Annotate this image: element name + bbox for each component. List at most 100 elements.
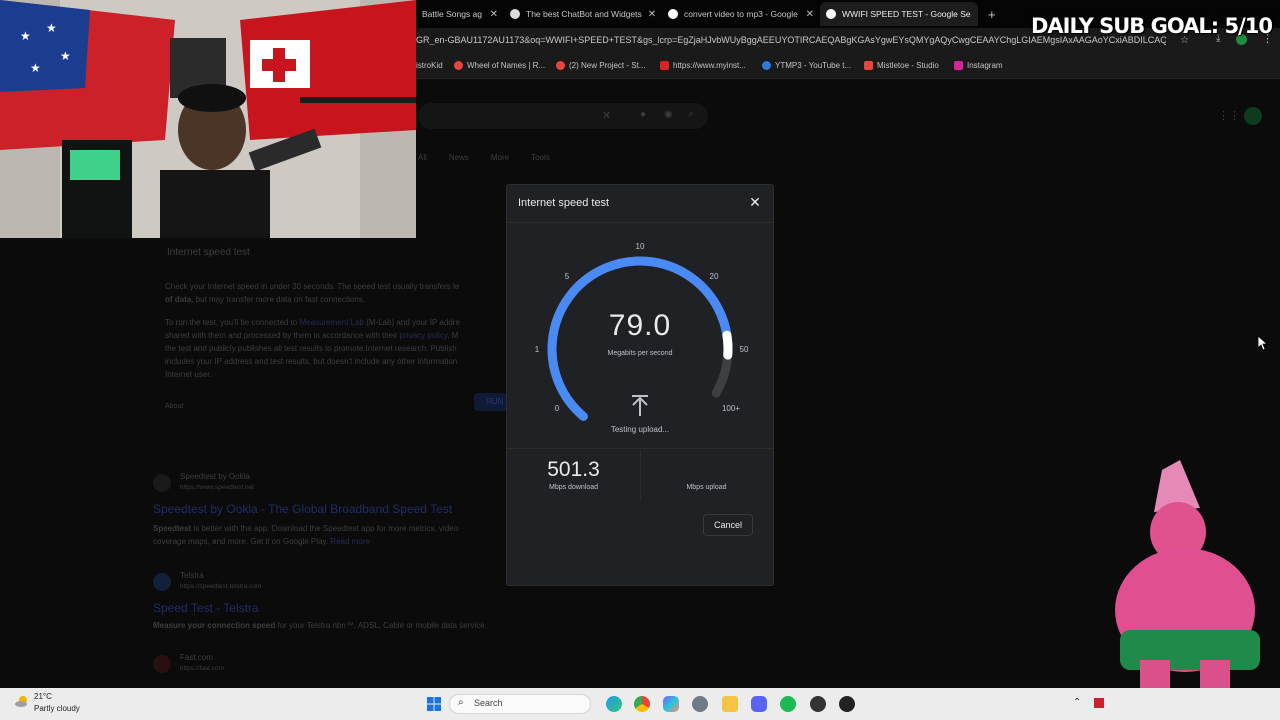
result-favicon: [153, 655, 171, 673]
close-tab-icon[interactable]: ✕: [806, 9, 814, 20]
sub-goal-overlay: DAILY SUB GOAL: 5/10: [1031, 14, 1273, 38]
spotify-icon[interactable]: [780, 696, 796, 712]
search-icon: ⌕: [458, 697, 464, 708]
bookmark-item[interactable]: YTMP3 - YouTube t...: [762, 61, 851, 70]
svg-text:★: ★: [46, 21, 57, 35]
svg-text:★: ★: [30, 61, 41, 75]
chrome-icon[interactable]: [634, 696, 650, 712]
webcam-scene: ★ ★ ★ ★: [0, 0, 416, 238]
gauge-tick-label: 10: [636, 242, 645, 251]
weather-temperature[interactable]: 21°C: [34, 692, 52, 701]
weather-description[interactable]: Partly cloudy: [34, 704, 80, 713]
apps-grid-icon[interactable]: ⋮⋮: [1218, 109, 1240, 122]
gauge-tick-label: 100+: [722, 404, 740, 413]
result-favicon: [153, 573, 171, 591]
clear-icon[interactable]: ✕: [602, 109, 611, 122]
svg-text:★: ★: [20, 29, 31, 43]
speed-test-dialog: Internet speed test ✕ 0 1 5 10 20 50 100…: [507, 185, 773, 585]
tab-tools[interactable]: Tools: [531, 153, 550, 162]
gauge-tick-label: 5: [565, 272, 570, 281]
download-speed-label: Mbps download: [548, 484, 599, 491]
gauge-tick-label: 0: [555, 404, 560, 413]
file-explorer-icon[interactable]: [722, 696, 738, 712]
close-tab-icon[interactable]: ✕: [490, 9, 498, 20]
search-box[interactable]: ✕ ● ◉ ⌕: [418, 103, 708, 129]
tab-label: WWIFI SPEED TEST - Google Se: [842, 9, 971, 19]
mic-icon[interactable]: ●: [640, 109, 646, 120]
tab-label: convert video to mp3 - Google: [684, 9, 798, 19]
read-more-link[interactable]: Read more: [330, 537, 370, 546]
tab-more[interactable]: More: [491, 153, 509, 162]
test-status-text: Testing upload...: [610, 425, 670, 434]
google-favicon-icon: [826, 9, 836, 19]
tab-chatbot[interactable]: The best ChatBot and Widgets ✕: [504, 2, 662, 26]
bookmarks-bar: istroKid Wheel of Names | R... (2) New P…: [416, 56, 1280, 79]
account-avatar[interactable]: [1244, 107, 1262, 125]
taskbar: 21°C Partly cloudy ⌕ Search ⌃: [0, 688, 1280, 720]
google-favicon-icon: [668, 9, 678, 19]
webcam-overlay: ★ ★ ★ ★: [0, 0, 416, 238]
media-player-icon[interactable]: [810, 696, 826, 712]
bookmark-item[interactable]: Instagram: [954, 61, 1003, 70]
weather-icon: [15, 696, 27, 707]
discord-icon[interactable]: [751, 696, 767, 712]
settings-icon[interactable]: [692, 696, 708, 712]
bookmark-item[interactable]: Wheel of Names | R...: [454, 61, 545, 70]
copilot-icon[interactable]: [663, 696, 679, 712]
bookmark-item[interactable]: (2) New Project - St...: [556, 61, 645, 70]
svg-text:★: ★: [60, 49, 71, 63]
windows-start-icon[interactable]: [426, 696, 442, 712]
bookmark-item[interactable]: istroKid: [416, 61, 443, 70]
mlab-link[interactable]: Measurement Lab: [300, 318, 364, 327]
bookmark-item[interactable]: Mistletoe - Studio: [864, 61, 939, 70]
speedtest-description: Check your Internet speed in under 30 se…: [165, 282, 460, 379]
new-tab-button[interactable]: +: [982, 2, 1002, 26]
tab-all[interactable]: All: [418, 153, 427, 162]
result-favicon: [153, 474, 171, 492]
project-icon: [556, 61, 565, 70]
wheel-icon: [454, 61, 463, 70]
tab-convert-video[interactable]: convert video to mp3 - Google ✕: [662, 2, 820, 26]
upload-arrow-icon: [632, 395, 648, 416]
dialog-title: Internet speed test: [518, 197, 610, 209]
tray-app-icon[interactable]: [1094, 698, 1104, 708]
site-icon: [660, 61, 669, 70]
close-tab-icon[interactable]: ✕: [648, 9, 656, 20]
current-speed-value: 79.0: [608, 309, 672, 342]
gauge-tick-label: 20: [710, 272, 719, 281]
tab-battle-songs[interactable]: Battle Songs ag ✕: [416, 2, 504, 26]
instagram-icon: [954, 61, 963, 70]
result-title-link[interactable]: Speed Test - Telstra: [153, 601, 259, 615]
tab-speed-test[interactable]: WWIFI SPEED TEST - Google Se ✕: [820, 2, 978, 26]
privacy-policy-link[interactable]: privacy policy: [400, 331, 447, 340]
taskbar-search-label: Search: [474, 698, 503, 708]
streamer-character-overlay: [1115, 460, 1260, 690]
bookmark-item[interactable]: https://www.myinst...: [660, 61, 746, 70]
about-link[interactable]: About: [165, 403, 183, 410]
download-speed-value: 501.3: [547, 458, 600, 481]
stats-column-divider: [640, 450, 641, 500]
tab-label: Battle Songs ag: [422, 9, 483, 19]
speedtest-card-title: Internet speed test: [167, 247, 250, 258]
tab-favicon-icon: [510, 9, 520, 19]
tab-news[interactable]: News: [449, 153, 469, 162]
close-icon[interactable]: ✕: [747, 194, 763, 210]
search-nav-tabs: All News More Tools: [418, 153, 550, 162]
chevron-up-icon[interactable]: ⌃: [1073, 697, 1081, 708]
close-tab-icon[interactable]: ✕: [977, 9, 978, 20]
dialog-divider: [507, 222, 773, 223]
speed-unit-label: Megabits per second: [607, 350, 673, 357]
ytmp3-icon: [762, 61, 771, 70]
camera-icon[interactable]: ◉: [664, 109, 673, 120]
taskbar-search-box[interactable]: ⌕ Search: [450, 695, 590, 713]
plus-icon: +: [988, 6, 996, 22]
cancel-button[interactable]: Cancel: [704, 515, 752, 535]
upload-speed-label: Mbps upload: [686, 484, 727, 491]
tab-label: The best ChatBot and Widgets: [526, 9, 642, 19]
obs-icon[interactable]: [839, 696, 855, 712]
mouse-cursor-icon: [1258, 336, 1268, 351]
search-icon[interactable]: ⌕: [688, 108, 694, 121]
edge-icon[interactable]: [606, 696, 622, 712]
result-title-link[interactable]: Speedtest by Ookla - The Global Broadban…: [153, 502, 452, 516]
studio-icon: [864, 61, 873, 70]
